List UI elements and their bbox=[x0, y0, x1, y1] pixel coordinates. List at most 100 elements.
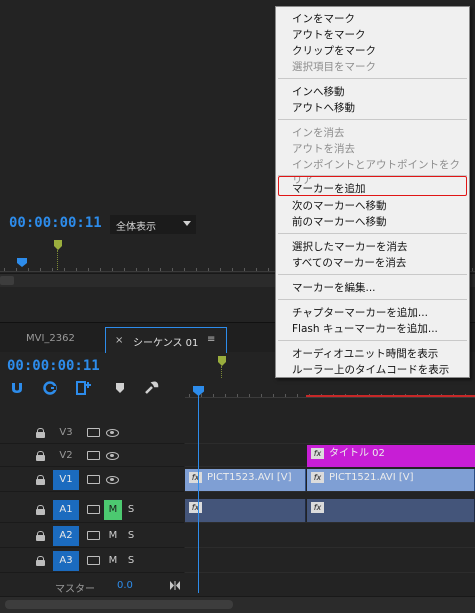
ruler-tick bbox=[232, 268, 233, 271]
clip-label: PICT1521.AVI [V] bbox=[329, 472, 414, 483]
zoom-select-value: 全体表示 bbox=[116, 222, 156, 233]
sync-icon[interactable] bbox=[87, 556, 100, 565]
eye-icon[interactable] bbox=[106, 452, 119, 460]
timeline-timecode[interactable]: 00:00:00:11 bbox=[7, 358, 100, 374]
clip-audio-b[interactable]: fx bbox=[307, 499, 475, 522]
track-name[interactable]: V3 bbox=[53, 423, 79, 443]
clip-label: タイトル 02 bbox=[329, 448, 385, 459]
lock-icon[interactable] bbox=[36, 531, 45, 541]
lock-icon[interactable] bbox=[36, 505, 45, 515]
clip-title-02[interactable]: fx タイトル 02 bbox=[307, 445, 475, 467]
menu-item-go-to-in[interactable]: インへ移動 bbox=[292, 84, 345, 99]
menu-separator bbox=[278, 78, 467, 79]
ruler-tick bbox=[201, 394, 202, 397]
track-name[interactable]: V1 bbox=[53, 470, 79, 490]
track-name[interactable]: A2 bbox=[53, 526, 79, 546]
ruler-tick bbox=[244, 268, 245, 271]
marker-icon[interactable] bbox=[112, 381, 128, 395]
eye-icon[interactable] bbox=[106, 429, 119, 437]
track-name[interactable]: A1 bbox=[53, 500, 79, 520]
track-name[interactable]: A3 bbox=[53, 551, 79, 571]
menu-item-add-marker[interactable]: マーカーを追加 bbox=[292, 181, 366, 196]
close-icon[interactable]: × bbox=[115, 335, 123, 346]
ruler-tick bbox=[297, 394, 298, 397]
menu-item-clear-all-markers[interactable]: すべてのマーカーを消去 bbox=[292, 255, 406, 270]
track-lane-v3[interactable] bbox=[185, 422, 475, 444]
lock-icon[interactable] bbox=[36, 475, 45, 485]
chevron-down-icon bbox=[183, 221, 191, 226]
work-area-bar[interactable] bbox=[306, 395, 475, 397]
fx-badge-icon: fx bbox=[189, 502, 202, 513]
menu-item-mark-out[interactable]: アウトをマーク bbox=[292, 27, 366, 42]
mute-button[interactable]: M bbox=[104, 500, 122, 520]
sync-icon[interactable] bbox=[87, 428, 100, 437]
track-lane-a3[interactable] bbox=[185, 549, 475, 573]
solo-button[interactable]: S bbox=[124, 551, 138, 571]
master-volume-value[interactable]: 0.0 bbox=[117, 580, 133, 591]
panel-menu-icon[interactable]: ≡ bbox=[207, 334, 215, 345]
source-scrollbar-thumb[interactable] bbox=[0, 276, 14, 285]
menu-item-mark-in[interactable]: インをマーク bbox=[292, 11, 355, 26]
clip-pict1523[interactable]: fx PICT1523.AVI [V] bbox=[185, 469, 306, 491]
solo-button[interactable]: S bbox=[124, 526, 138, 546]
menu-separator bbox=[278, 233, 467, 234]
ruler-tick bbox=[4, 268, 5, 271]
track-header-v1: V1 bbox=[0, 468, 184, 492]
timeline-marker-line bbox=[221, 366, 222, 378]
lock-icon[interactable] bbox=[36, 451, 45, 461]
linked-selection-icon[interactable] bbox=[42, 381, 58, 395]
track-lane-a2[interactable] bbox=[185, 524, 475, 548]
zoom-select[interactable]: 全体表示 bbox=[110, 215, 196, 234]
tab-mvi-2362[interactable]: MVI_2362 bbox=[26, 333, 75, 344]
timeline-scrollbar-thumb[interactable] bbox=[5, 600, 233, 609]
ruler-tick bbox=[136, 268, 137, 271]
ruler-tick bbox=[16, 268, 17, 271]
timeline-marker-icon[interactable] bbox=[218, 356, 226, 366]
add-edit-icon[interactable] bbox=[76, 381, 92, 395]
snap-icon[interactable] bbox=[9, 381, 25, 395]
track-header-v2: V2 bbox=[0, 445, 184, 467]
mute-button[interactable]: M bbox=[104, 526, 122, 546]
menu-item-previous-marker[interactable]: 前のマーカーへ移動 bbox=[292, 214, 387, 229]
source-timecode[interactable]: 00:00:00:11 bbox=[9, 215, 102, 231]
sync-icon[interactable] bbox=[87, 505, 100, 514]
ruler-tick bbox=[52, 268, 53, 271]
track-header-a1: A1 M S bbox=[0, 498, 184, 523]
track-name[interactable]: V2 bbox=[53, 446, 79, 466]
ruler-tick bbox=[112, 268, 113, 271]
tab-sequence-label[interactable]: シーケンス 01 bbox=[133, 334, 198, 349]
ruler-tick bbox=[76, 268, 77, 271]
wrench-icon[interactable] bbox=[144, 381, 160, 395]
ruler-tick bbox=[148, 268, 149, 271]
menu-item-mark-clip[interactable]: クリップをマーク bbox=[292, 43, 376, 58]
menu-item-show-ruler-timecode[interactable]: ルーラー上のタイムコードを表示 bbox=[292, 362, 449, 377]
clip-pict1521[interactable]: fx PICT1521.AVI [V] bbox=[307, 469, 475, 491]
sync-icon[interactable] bbox=[87, 451, 100, 460]
menu-item-mark-selection: 選択項目をマーク bbox=[292, 61, 376, 73]
menu-item-add-flash-cue-marker[interactable]: Flash キューマーカーを追加... bbox=[292, 321, 438, 336]
end-icon[interactable] bbox=[170, 581, 180, 590]
solo-button[interactable]: S bbox=[124, 500, 138, 520]
menu-item-clear-out: アウトを消去 bbox=[292, 143, 355, 155]
sync-icon[interactable] bbox=[87, 475, 100, 484]
ruler-tick bbox=[225, 394, 226, 397]
menu-item-next-marker[interactable]: 次のマーカーへ移動 bbox=[292, 198, 387, 213]
menu-item-go-to-out[interactable]: アウトへ移動 bbox=[292, 100, 355, 115]
ruler-tick bbox=[64, 268, 65, 271]
mute-button[interactable]: M bbox=[104, 551, 122, 571]
menu-item-add-chapter-marker[interactable]: チャプターマーカーを追加... bbox=[292, 305, 428, 320]
eye-icon[interactable] bbox=[106, 476, 119, 484]
lock-icon[interactable] bbox=[36, 428, 45, 438]
lock-icon[interactable] bbox=[36, 556, 45, 566]
menu-separator bbox=[278, 299, 467, 300]
menu-item-clear-selected-marker[interactable]: 選択したマーカーを消去 bbox=[292, 239, 408, 254]
ruler-tick bbox=[196, 268, 197, 271]
menu-item-edit-marker[interactable]: マーカーを編集... bbox=[292, 280, 376, 295]
ruler-tick bbox=[268, 268, 269, 271]
clip-audio-a[interactable]: fx bbox=[185, 499, 306, 522]
context-menu: インをマーク アウトをマーク クリップをマーク 選択項目をマーク インへ移動 ア… bbox=[275, 6, 470, 378]
menu-item-show-audio-time-units[interactable]: オーディオユニット時間を表示 bbox=[292, 346, 438, 361]
track-header-a3: A3 M S bbox=[0, 549, 184, 573]
sync-icon[interactable] bbox=[87, 531, 100, 540]
ruler-tick bbox=[273, 394, 274, 397]
